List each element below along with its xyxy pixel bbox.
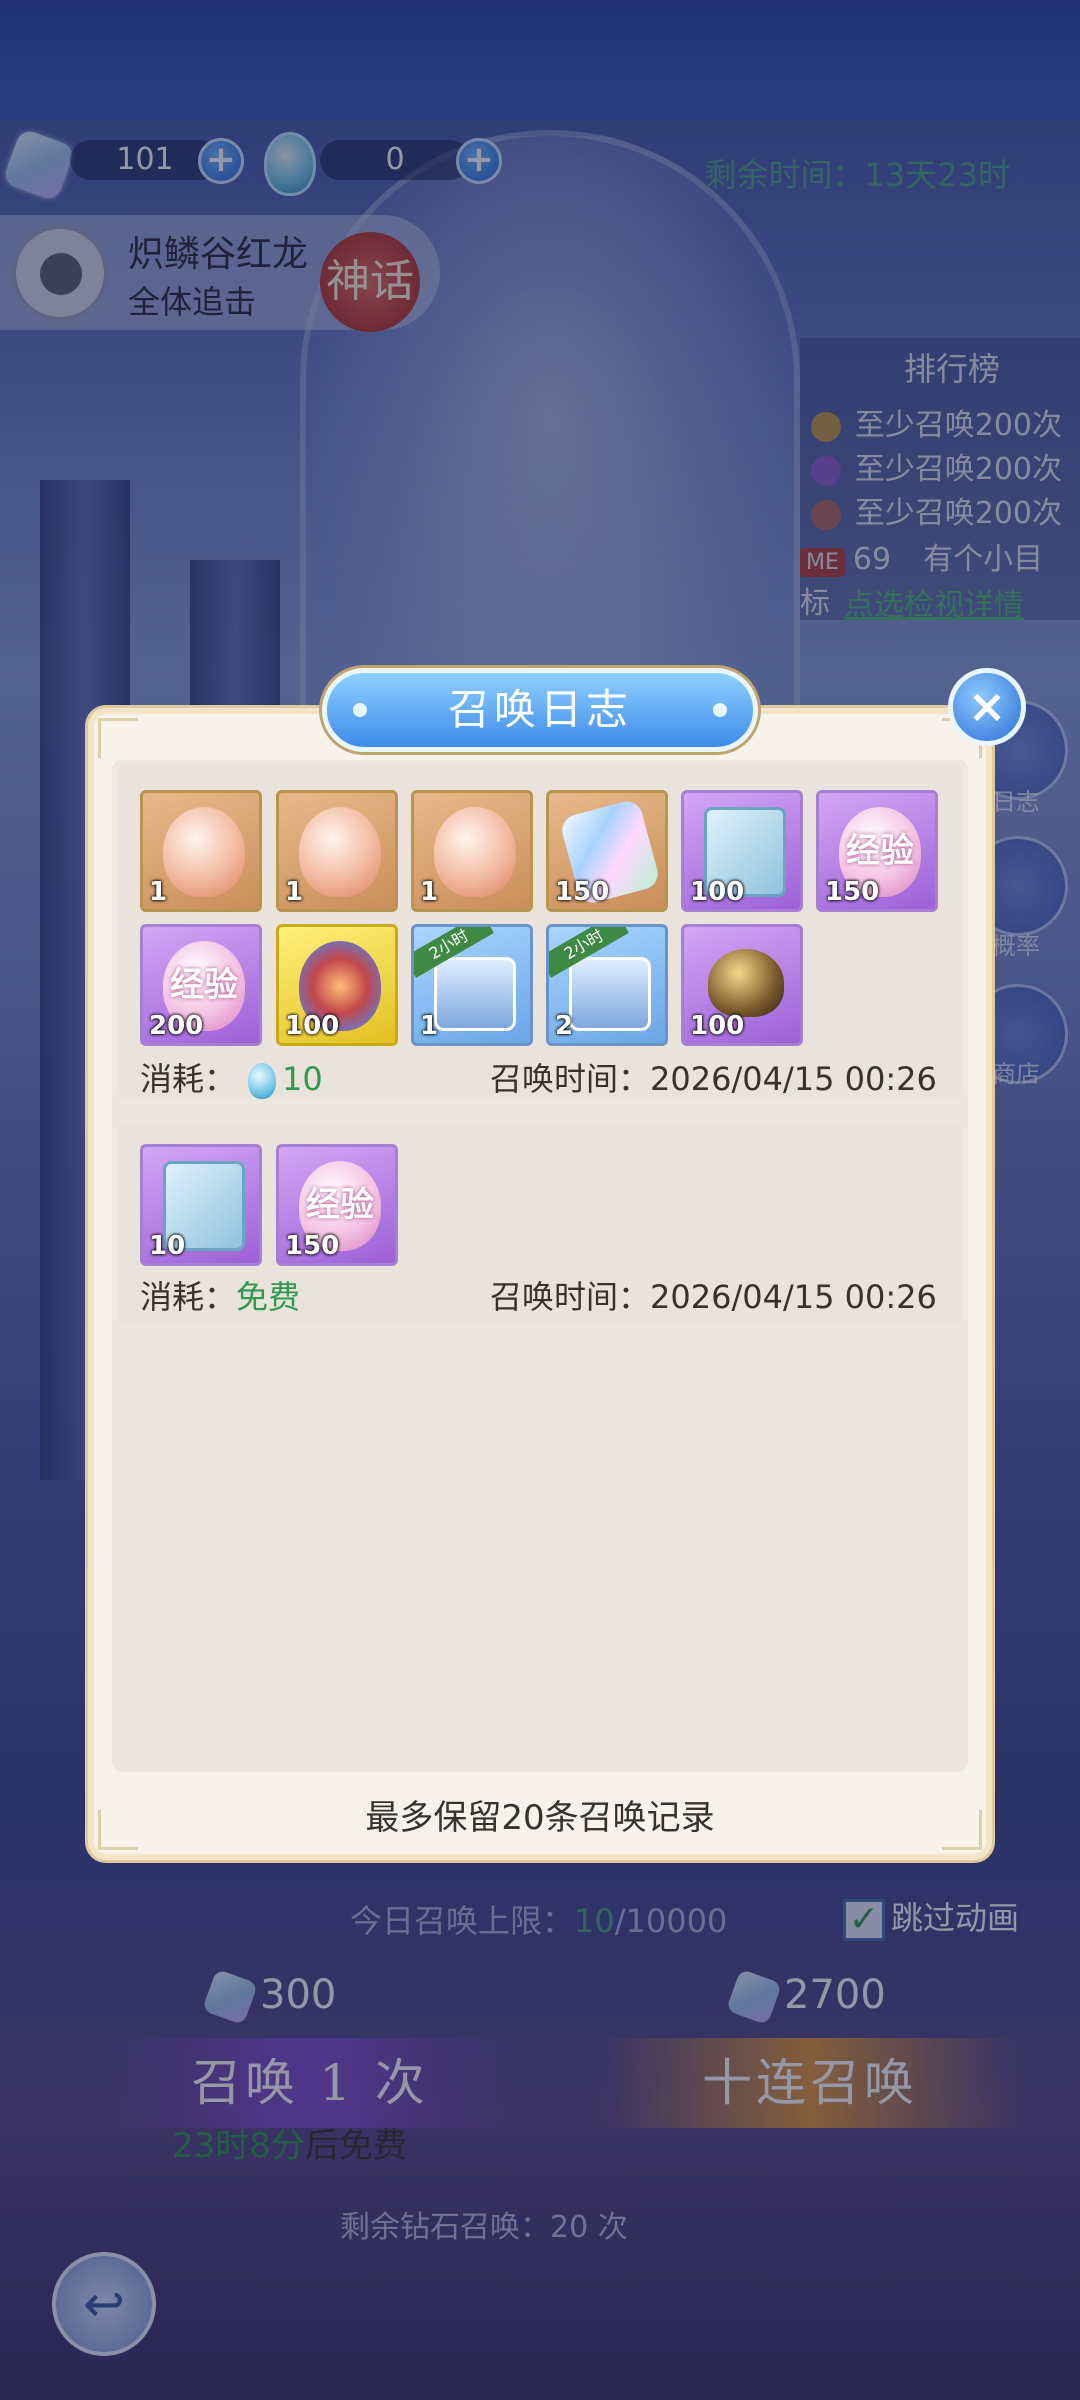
modal-title: 召唤日志 <box>322 668 758 752</box>
egg-icon <box>163 807 245 897</box>
title-ornament <box>713 703 727 717</box>
reward-item[interactable]: 2小时 1 <box>411 924 533 1046</box>
reward-item[interactable]: 10 <box>140 1144 262 1266</box>
record-2-cost: 消耗：免费 <box>140 1278 301 1316</box>
reward-item[interactable]: 100 <box>681 790 803 912</box>
reward-item[interactable]: 经验 200 <box>140 924 262 1046</box>
close-icon[interactable]: × <box>948 668 1026 746</box>
record-2-time: 召唤时间：2026/04/15 00:26 <box>490 1278 937 1316</box>
reward-item[interactable]: 100 <box>681 924 803 1046</box>
reward-item[interactable]: 经验 150 <box>816 790 938 912</box>
reward-item[interactable]: 1 <box>140 790 262 912</box>
chest-icon <box>569 957 651 1031</box>
gold-egg-icon <box>708 949 784 1017</box>
reward-item[interactable]: 2小时 2 <box>546 924 668 1046</box>
egg-icon <box>299 807 381 897</box>
chest-icon <box>434 957 516 1031</box>
summon-ticket-icon <box>248 1063 277 1099</box>
log-retention-note: 最多保留20条召唤记录 <box>365 1798 715 1838</box>
reward-item[interactable]: 100 <box>276 924 398 1046</box>
record-1-cost: 消耗： 10 <box>140 1060 323 1099</box>
reward-item[interactable]: 1 <box>276 790 398 912</box>
record-1-time: 召唤时间：2026/04/15 00:26 <box>490 1060 937 1098</box>
reward-item[interactable]: 150 <box>546 790 668 912</box>
corner-ornament <box>98 718 138 758</box>
reward-item[interactable]: 1 <box>411 790 533 912</box>
egg-icon <box>434 807 516 897</box>
reward-item[interactable]: 经验 150 <box>276 1144 398 1266</box>
title-ornament <box>353 703 367 717</box>
